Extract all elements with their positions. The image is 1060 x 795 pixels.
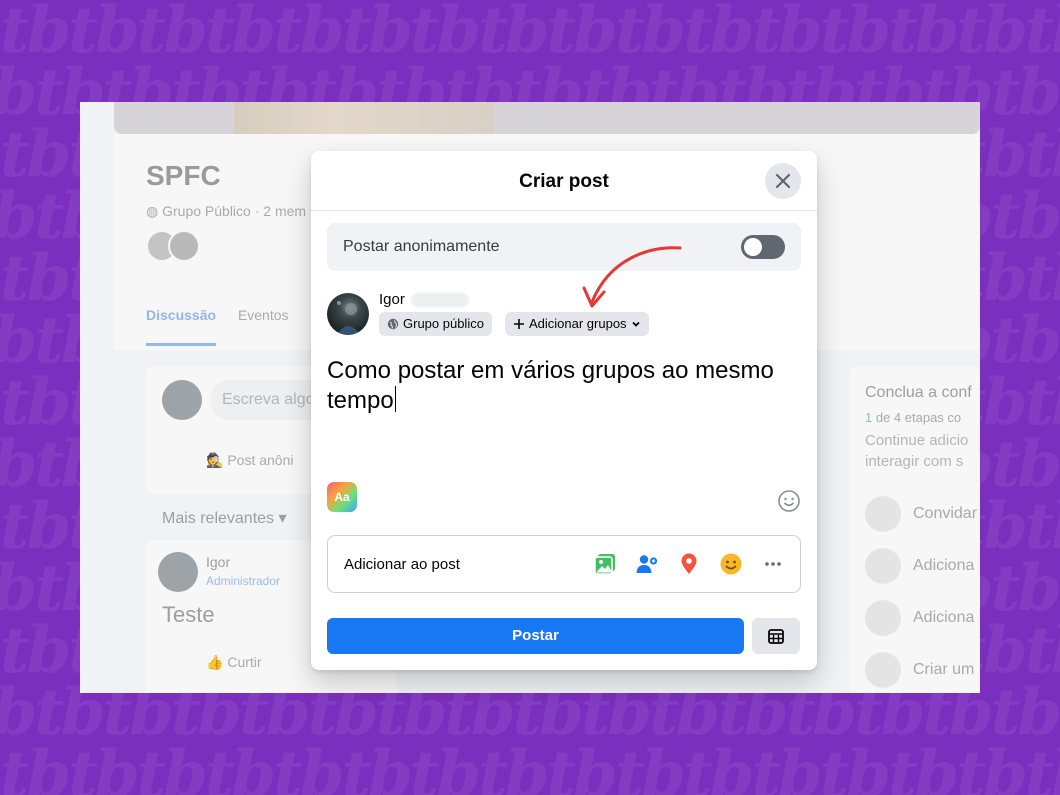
post-author[interactable]: Igor xyxy=(206,554,230,570)
post-text-input[interactable]: Como postar em vários grupos ao mesmo te… xyxy=(327,356,801,416)
emoji-button[interactable] xyxy=(777,489,801,518)
anonymous-post-button[interactable]: 🕵 Post anôni xyxy=(206,452,294,469)
group-name: SPFC xyxy=(146,160,221,191)
author-name: Igor xyxy=(379,291,405,308)
add-to-post-icons xyxy=(592,551,786,577)
text-format-icon: Aa xyxy=(334,490,350,504)
text-background-button[interactable]: Aa xyxy=(327,482,357,512)
location-pin-icon[interactable] xyxy=(676,551,702,577)
setup-description: Continue adicio interagir com s xyxy=(865,432,969,470)
close-button[interactable] xyxy=(765,163,801,199)
person-icon xyxy=(865,496,901,532)
setup-item-description[interactable]: Adiciona xyxy=(865,600,974,636)
image-icon xyxy=(865,548,901,584)
like-button[interactable]: 👍 Curtir xyxy=(206,654,262,671)
calendar-icon xyxy=(768,629,784,644)
plus-icon xyxy=(514,319,524,329)
group-meta: ◍ Grupo Público · 2 mem xyxy=(146,203,307,219)
post-anonymously-toggle[interactable] xyxy=(741,235,785,259)
caret-down-icon: ▾ xyxy=(278,510,287,527)
smiley-icon xyxy=(778,490,800,512)
audience-label: Grupo público xyxy=(403,316,484,331)
tag-people-icon[interactable] xyxy=(634,551,660,577)
add-to-post-box: Adicionar ao post xyxy=(327,535,801,593)
setup-item-cover[interactable]: Adiciona xyxy=(865,548,974,584)
feeling-emoji-icon[interactable] xyxy=(718,551,744,577)
redacted-surname xyxy=(411,293,469,307)
member-avatars[interactable] xyxy=(146,230,200,267)
post-anonymously-row: Postar anonimamente xyxy=(327,223,801,271)
add-to-post-label: Adicionar ao post xyxy=(344,556,460,573)
avatar xyxy=(162,380,202,420)
setup-progress: 1 de 4 etapas co xyxy=(865,410,962,425)
setup-title: Conclua a conf xyxy=(865,384,972,401)
sort-dropdown[interactable]: Mais relevantes ▾ xyxy=(162,508,287,528)
chevron-down-icon xyxy=(631,321,640,327)
text-cursor xyxy=(394,386,396,412)
thumbs-up-icon: 👍 xyxy=(206,654,228,670)
more-icon[interactable] xyxy=(760,551,786,577)
pencil-icon xyxy=(865,600,901,636)
post-author-role: Administrador xyxy=(206,574,281,588)
group-tabs: Discussão Eventos xyxy=(146,307,289,346)
group-cover-image xyxy=(114,102,980,134)
dialog-title: Criar post xyxy=(519,171,609,192)
schedule-post-button[interactable] xyxy=(752,618,800,654)
tab-discussion[interactable]: Discussão xyxy=(146,307,217,346)
setup-item-invite[interactable]: Convidar xyxy=(865,496,977,532)
annotation-arrow xyxy=(582,246,682,308)
avatar-photo-icon xyxy=(337,301,361,335)
avatar xyxy=(158,552,198,592)
audience-selector[interactable]: Grupo público xyxy=(379,312,492,336)
avatar[interactable] xyxy=(327,293,369,335)
globe-icon xyxy=(387,318,399,330)
create-post-dialog: Criar post Postar anonimamente Igor Grup… xyxy=(311,151,817,670)
setup-card: Conclua a conf 1 de 4 etapas co Continue… xyxy=(850,366,980,693)
dialog-header: Criar post xyxy=(311,151,817,211)
incognito-icon: 🕵 xyxy=(206,452,228,468)
photo-video-icon[interactable] xyxy=(592,551,618,577)
tab-events[interactable]: Eventos xyxy=(238,307,289,323)
avatar xyxy=(168,230,200,262)
close-icon xyxy=(775,173,791,189)
edit-box-icon xyxy=(865,652,901,688)
post-anonymously-label: Postar anonimamente xyxy=(343,238,500,255)
post-text: Teste xyxy=(162,602,215,627)
toggle-knob xyxy=(744,238,762,256)
setup-item-create[interactable]: Criar um xyxy=(865,652,974,688)
globe-icon: ◍ xyxy=(146,203,163,219)
submit-post-button[interactable]: Postar xyxy=(327,618,744,654)
